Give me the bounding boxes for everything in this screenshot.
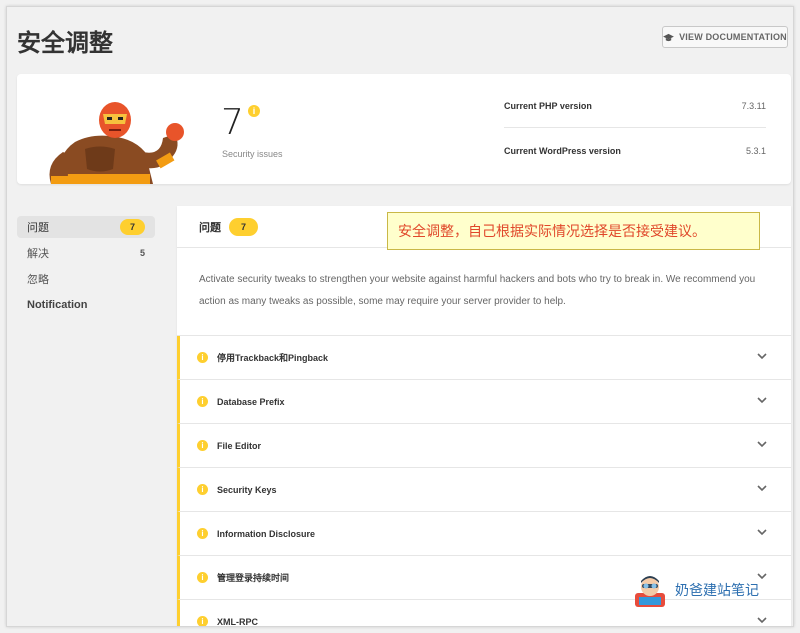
nav-item-label: Notification [27, 299, 88, 311]
nav-item-label: 忽略 [27, 274, 49, 286]
resolved-count: 5 [139, 248, 145, 258]
issues-panel: 问题 7 Activate security tweaks to strengt… [177, 206, 791, 627]
annotation-callout: 安全调整，自己根据实际情况选择是否接受建议。 [387, 212, 760, 250]
chevron-down-icon[interactable] [757, 529, 767, 536]
graduation-cap-icon [663, 33, 675, 41]
superhero-illustration [49, 102, 184, 184]
issue-name: Database Prefix [217, 396, 285, 407]
nav-item-label: 解决 [27, 248, 49, 260]
wordpress-version-value: 5.3.1 [745, 146, 766, 156]
watermark-text: 奶爸建站笔记 [675, 583, 759, 599]
view-documentation-button[interactable]: VIEW DOCUMENTATION [662, 26, 788, 48]
warning-icon: i [197, 572, 208, 583]
wordpress-version-label: Current WordPress version [504, 146, 621, 156]
nav-item-label: 问题 [27, 222, 49, 234]
side-navigation: 问题 7 解决 5 忽略 Notification [17, 216, 155, 320]
security-issues-label: Security issues [222, 149, 283, 159]
chevron-down-icon[interactable] [757, 397, 767, 404]
issue-name: File Editor [217, 440, 262, 451]
issue-name: Information Disclosure [217, 528, 316, 539]
warning-icon: i [197, 528, 208, 539]
warning-icon: i [197, 616, 208, 626]
nav-item-resolved[interactable]: 解决 5 [17, 242, 155, 264]
php-version-row: Current PHP version 7.3.11 [504, 84, 766, 128]
issue-row[interactable]: i File Editor [177, 424, 791, 468]
chevron-down-icon[interactable] [757, 617, 767, 624]
nav-item-ignored[interactable]: 忽略 [17, 268, 155, 290]
php-version-label: Current PHP version [504, 100, 592, 111]
watermark: 奶爸建站笔记 [631, 570, 781, 610]
nav-item-notification[interactable]: Notification [17, 294, 155, 316]
issue-row[interactable]: i 停用Trackback和Pingback [177, 336, 791, 380]
watermark-logo [635, 576, 665, 607]
summary-card: 7 i Security issues Current PHP version … [17, 74, 791, 184]
warning-icon: i [197, 396, 208, 407]
issue-name: 管理登录持续时间 [217, 573, 290, 583]
nav-item-issues[interactable]: 问题 7 [17, 216, 155, 238]
issue-row[interactable]: i Security Keys [177, 468, 791, 512]
chevron-down-icon[interactable] [757, 441, 767, 448]
chevron-down-icon[interactable] [757, 353, 767, 360]
warning-icon: i [197, 484, 208, 495]
security-issue-count: 7 [221, 102, 244, 143]
issues-count-badge: 7 [119, 219, 145, 235]
panel-title: 问题 [199, 221, 221, 234]
issue-name: Security Keys [217, 484, 277, 495]
panel-description: Activate security tweaks to strengthen y… [177, 248, 791, 336]
warning-icon: i [197, 352, 208, 363]
warning-icon: i [197, 440, 208, 451]
panel-count-badge: 7 [229, 217, 259, 236]
chevron-down-icon[interactable] [757, 485, 767, 492]
callout-text: 安全调整，自己根据实际情况选择是否接受建议。 [398, 224, 706, 240]
issue-row[interactable]: i Information Disclosure [177, 512, 791, 556]
page-title: 安全调整 [17, 29, 113, 57]
issue-row[interactable]: i Database Prefix [177, 380, 791, 424]
php-version-value: 7.3.11 [741, 100, 766, 111]
wordpress-version-row: Current WordPress version 5.3.1 [504, 129, 766, 173]
warning-icon: i [248, 105, 260, 117]
doc-button-label: VIEW DOCUMENTATION [679, 32, 787, 42]
app-frame: 安全调整 VIEW DOCUMENTATION 7 i Security iss… [6, 6, 794, 627]
issue-name: XML-RPC [217, 616, 258, 627]
issue-name: 停用Trackback和Pingback [217, 353, 329, 363]
